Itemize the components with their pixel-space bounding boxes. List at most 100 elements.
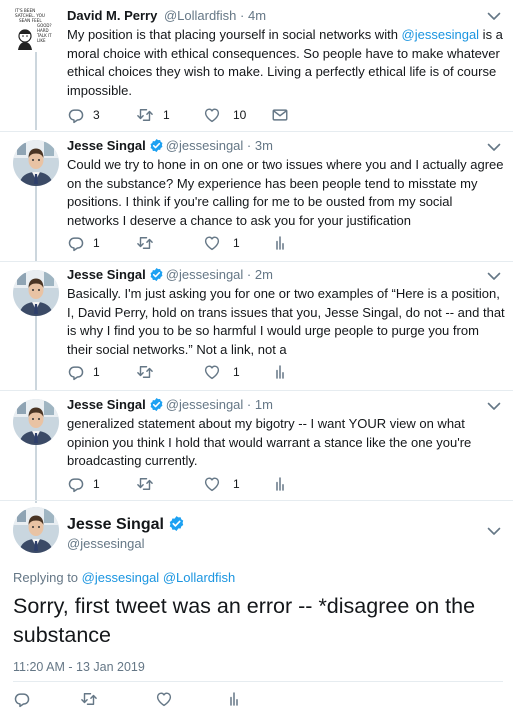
reply-icon [67,475,85,493]
reply-button[interactable] [13,690,31,708]
avatar[interactable] [13,270,59,316]
tweet-header: Jesse Singal @jessesingal · 3m [67,138,273,153]
replying-to: Replying to @jessesingal @Lollardfish [13,570,235,585]
author-handle[interactable]: @jessesingal [166,397,244,412]
avatar[interactable] [13,140,59,186]
verified-badge-icon [168,515,185,532]
chevron-down-icon[interactable] [487,401,501,411]
tweet-text: generalized statement about my bigotry -… [67,416,472,469]
heart-icon [203,363,221,381]
separator-dot: · [246,267,252,282]
thread-line [35,184,37,262]
thread-line [35,314,37,390]
tweet-timestamp[interactable]: 11:20 AM - 13 Jan 2019 [13,660,145,674]
thread-line [35,443,37,503]
analytics-button[interactable] [225,690,243,708]
main-author-handle[interactable]: @jessesingal [67,536,145,551]
verified-badge-icon [149,267,164,282]
author-name: Jesse Singal [67,516,164,533]
chevron-down-icon[interactable] [487,11,501,21]
avatar[interactable] [13,399,59,445]
author-name[interactable]: Jesse Singal [67,267,146,282]
retweet-icon [135,234,155,252]
reply-button[interactable]: 1 [67,475,100,493]
heart-icon [155,690,173,708]
tweet-text: Basically. I'm just asking you for one o… [67,286,505,357]
tweet-actions: 1 1 [67,475,497,493]
reply-count: 1 [93,477,100,491]
like-button[interactable]: 1 [203,234,240,252]
mention-link[interactable]: @jessesingal [402,27,480,42]
retweet-button[interactable] [135,475,155,493]
retweet-button[interactable] [135,363,155,381]
retweet-button[interactable] [135,234,155,252]
analytics-icon [271,363,289,381]
retweet-count: 1 [163,108,170,122]
analytics-button[interactable] [271,475,289,493]
reply-count: 1 [93,236,100,250]
analytics-button[interactable] [271,363,289,381]
like-button[interactable]: 10 [203,106,246,124]
like-button[interactable]: 1 [203,475,240,493]
separator-dot: · [246,397,252,412]
mention-link[interactable]: @Lollardfish [163,570,235,585]
retweet-icon [79,690,99,708]
chevron-down-icon[interactable] [487,142,501,152]
tweet-actions: 1 1 [67,363,497,381]
main-author-name[interactable]: Jesse Singal [67,515,187,534]
profile-photo-icon [13,270,59,316]
retweet-button[interactable]: 1 [135,106,170,124]
like-count: 1 [233,365,240,379]
chevron-down-icon[interactable] [487,271,501,281]
tweet-time[interactable]: 3m [255,138,273,153]
author-handle[interactable]: @Lollardfish [164,8,236,23]
author-handle[interactable]: @jessesingal [166,138,244,153]
analytics-icon [271,234,289,252]
reply-button[interactable]: 3 [67,106,100,124]
like-count: 1 [233,236,240,250]
like-button[interactable] [155,690,173,708]
tweet-text: My position is that placing yourself in … [67,26,507,100]
tweet-time[interactable]: 2m [255,267,273,282]
profile-photo-icon [13,507,59,553]
avatar[interactable]: IT'S BEEN SATCHEL. YOU SEAN FEEL GOOD? H… [13,6,59,52]
tweet-text-part: My position is that placing yourself in … [67,27,402,42]
profile-photo-icon [13,140,59,186]
tweet-time[interactable]: 4m [248,8,266,23]
analytics-icon [225,690,243,708]
tweet-jesse-singal-3[interactable]: Jesse Singal @jessesingal · 1m generalize… [0,391,513,503]
chevron-down-icon[interactable] [487,526,501,536]
reply-count: 1 [93,365,100,379]
divider [13,681,503,682]
retweet-icon [135,106,155,124]
avatar[interactable] [13,507,59,553]
tweet-time[interactable]: 1m [255,397,273,412]
analytics-icon [271,475,289,493]
retweet-button[interactable] [79,690,99,708]
reply-icon [67,363,85,381]
verified-badge-icon [149,397,164,412]
heart-icon [203,106,221,124]
profile-photo-icon [13,399,59,445]
tweet-jesse-singal-1[interactable]: Jesse Singal @jessesingal · 3m Could we t… [0,132,513,262]
heart-icon [203,475,221,493]
reply-count: 3 [93,108,100,122]
mention-link[interactable]: @jessesingal [82,570,160,585]
reply-button[interactable]: 1 [67,363,100,381]
retweet-icon [135,363,155,381]
analytics-button[interactable] [271,234,289,252]
reply-button[interactable]: 1 [67,234,100,252]
author-handle[interactable]: @jessesingal [166,267,244,282]
tweet-david-perry[interactable]: IT'S BEEN SATCHEL. YOU SEAN FEEL GOOD? H… [0,0,513,130]
author-name[interactable]: Jesse Singal [67,138,146,153]
tweet-header: Jesse Singal @jessesingal · 2m [67,267,273,282]
author-name[interactable]: David M. Perry [67,8,157,23]
tweet-jesse-singal-2[interactable]: Jesse Singal @jessesingal · 2m Basically.… [0,262,513,390]
like-button[interactable]: 1 [203,363,240,381]
divider [0,500,513,501]
heart-icon [203,234,221,252]
author-name[interactable]: Jesse Singal [67,397,146,412]
direct-message-button[interactable] [271,106,289,124]
comic-drawing-avatar-icon: IT'S BEEN SATCHEL. YOU SEAN FEEL GOOD? H… [13,6,59,52]
verified-badge-icon [149,138,164,153]
